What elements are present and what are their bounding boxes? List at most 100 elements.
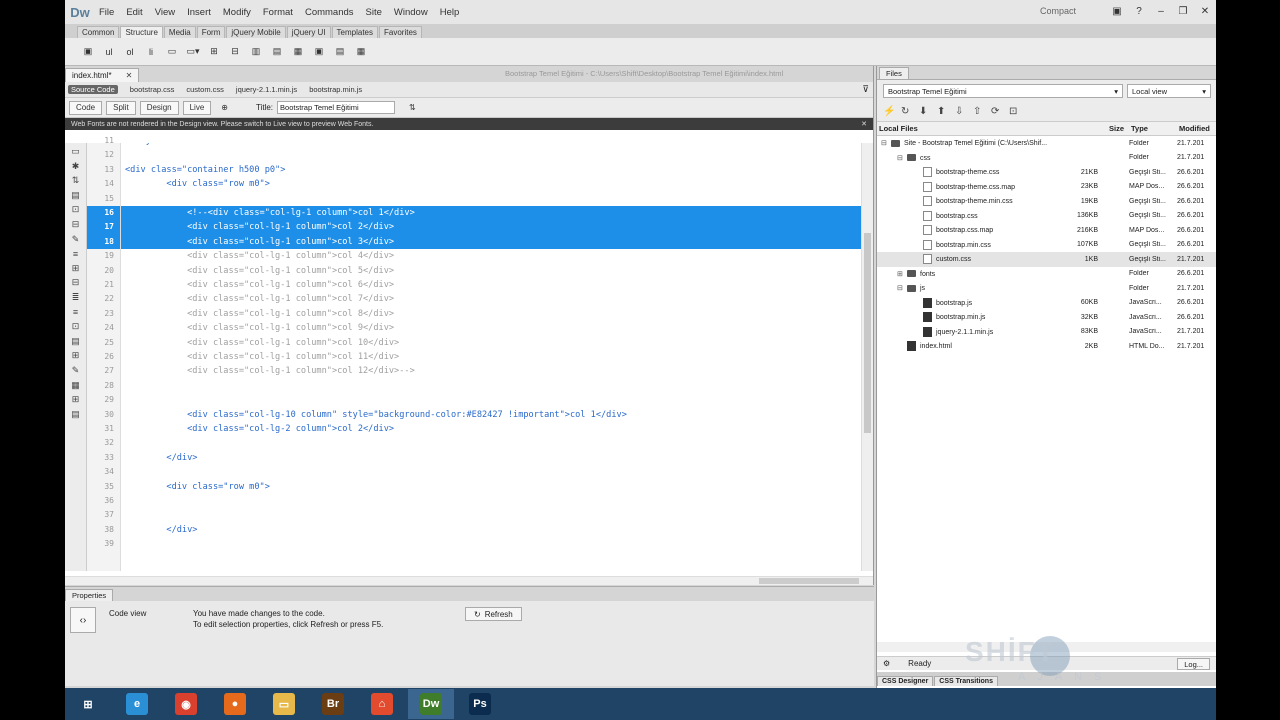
menu-item-site[interactable]: Site [360, 7, 388, 18]
view-code-button[interactable]: Code [69, 100, 103, 115]
hscroll-thumb[interactable] [759, 578, 859, 584]
log-button[interactable]: Log... [1177, 658, 1210, 670]
extensions-icon[interactable]: ▣ [1106, 3, 1128, 19]
file-row[interactable]: bootstrap.min.css 107KB Geçişli Sti... 26.6… [877, 238, 1216, 253]
code-line[interactable] [121, 192, 861, 206]
vertical-scrollbar[interactable] [861, 143, 873, 571]
menu-item-insert[interactable]: Insert [181, 7, 217, 18]
menu-item-file[interactable]: File [93, 7, 120, 18]
code-line[interactable]: <div class="row m0"> [121, 177, 861, 191]
insert-button-4[interactable]: ▭ [163, 44, 181, 60]
coding-tool-icon[interactable]: ▦ [68, 379, 84, 392]
tree-toggle-icon[interactable]: ⊟ [881, 139, 891, 147]
taskbar-ie[interactable]: e [114, 689, 160, 719]
code-line[interactable] [121, 379, 861, 393]
menu-item-format[interactable]: Format [257, 7, 299, 18]
code-line[interactable] [121, 508, 861, 522]
file-row[interactable]: ⊟ Site - Bootstrap Temel Eğitimi (C:\User… [877, 136, 1216, 151]
coding-tool-icon[interactable]: ▤ [68, 335, 84, 348]
refresh-icon[interactable]: ↻ [901, 106, 919, 117]
title-input[interactable]: Bootstrap Temel Eğitimi [277, 101, 396, 114]
file-row[interactable]: bootstrap.css.map 216KB MAP Dos... 26.6.201 [877, 223, 1216, 238]
insert-button-10[interactable]: ▦ [289, 44, 307, 60]
file-row[interactable]: bootstrap-theme.min.css 19KB Geçişli Sti..… [877, 194, 1216, 209]
menu-item-modify[interactable]: Modify [217, 7, 257, 18]
validate-icon[interactable]: ⇅ [403, 101, 422, 115]
code-line[interactable] [121, 393, 861, 407]
code-line[interactable]: <div class="col-lg-1 column">col 10</div… [121, 336, 861, 350]
taskbar-explorer[interactable]: ▭ [261, 689, 307, 719]
tree-toggle-icon[interactable]: ⊞ [897, 270, 907, 278]
filter-icon[interactable]: ⊽ [862, 84, 869, 95]
expand-icon[interactable]: ⊡ [1009, 106, 1027, 117]
coding-tool-icon[interactable]: ✱ [68, 160, 84, 173]
view-live-button[interactable]: Live [182, 100, 212, 115]
code-line[interactable] [121, 148, 861, 162]
tree-toggle-icon[interactable]: ⊟ [897, 154, 907, 162]
tab-structure[interactable]: Structure [120, 26, 163, 38]
taskbar-dreamweaver[interactable]: Dw [408, 689, 454, 719]
coding-tool-icon[interactable]: ≡ [68, 306, 84, 319]
code-editor[interactable]: ▭ ✱ ⇅ ▤ ⊡ ⊟ ✎ ≡ ⊞ ⊟ ≣ ≡ ⊡ ▤ ⊞ ✎ ▦ ⊞ ▤ 11 12 13 14 15 16 17 18 19 20… [65, 136, 873, 571]
file-row[interactable]: jquery-2.1.1.min.js 83KB JavaScri... 21.7.2… [877, 325, 1216, 340]
help-icon[interactable]: ? [1128, 3, 1150, 19]
coding-tool-icon[interactable]: ✎ [68, 233, 84, 246]
insert-button-12[interactable]: ▤ [331, 44, 349, 60]
tab-css-designer[interactable]: CSS Designer [877, 676, 934, 686]
code-line[interactable] [121, 465, 861, 479]
code-line[interactable]: <div class="col-lg-1 column">col 11</div… [121, 350, 861, 364]
code-line[interactable]: <!--<div class="col-lg-1 column">col 1</… [121, 206, 861, 221]
coding-tool-icon[interactable]: ⊡ [68, 320, 84, 333]
file-row[interactable]: ⊞ fonts Folder 26.6.201 [877, 267, 1216, 282]
code-line[interactable]: <div class="col-lg-1 column">col 3</div> [121, 234, 861, 250]
insert-button-6[interactable]: ⊞ [205, 44, 223, 60]
close-tab-icon[interactable]: ✕ [126, 71, 133, 80]
menu-item-commands[interactable]: Commands [299, 7, 360, 18]
insert-button-13[interactable]: ▦ [352, 44, 370, 60]
insert-button-9[interactable]: ▤ [268, 44, 286, 60]
tab-templates[interactable]: Templates [331, 26, 379, 38]
checkin-icon[interactable]: ⇧ [973, 106, 991, 117]
tree-toggle-icon[interactable]: ⊟ [897, 284, 907, 292]
maximize-icon[interactable]: ❐ [1172, 3, 1194, 19]
workspace-switcher[interactable]: Compact [1040, 6, 1076, 16]
coding-tool-icon[interactable]: ⊟ [68, 276, 84, 289]
tab-common[interactable]: Common [77, 26, 120, 38]
coding-tool-icon[interactable]: ⊟ [68, 218, 84, 231]
tab-favorites[interactable]: Favorites [379, 26, 422, 38]
col-type[interactable]: Type [1131, 124, 1148, 133]
menu-item-edit[interactable]: Edit [120, 7, 148, 18]
col-modified[interactable]: Modified [1179, 124, 1210, 133]
scroll-thumb[interactable] [864, 233, 871, 433]
file-row[interactable]: bootstrap-theme.css.map 23KB MAP Dos... 26.… [877, 180, 1216, 195]
connect-icon[interactable]: ⚡ [883, 106, 901, 117]
file-row[interactable]: ⊟ js Folder 21.7.201 [877, 281, 1216, 296]
code-lines[interactable]: <body><div class="container h500 p0"> <d… [121, 143, 861, 571]
view-design-button[interactable]: Design [139, 100, 179, 115]
col-size[interactable]: Size [1109, 124, 1124, 133]
code-line[interactable]: <div class="col-lg-1 column">col 8</div> [121, 307, 861, 321]
file-row[interactable]: custom.css 1KB Geçişli Sti... 21.7.201 [877, 252, 1216, 267]
taskbar-app[interactable]: ⌂ [359, 689, 405, 719]
file-row[interactable]: index.html 2KB HTML Do... 21.7.201 [877, 339, 1216, 354]
insert-button-0[interactable]: ▣ [79, 44, 97, 60]
insert-button-11[interactable]: ▣ [310, 44, 328, 60]
code-line[interactable]: <div class="col-lg-1 column">col 4</div> [121, 249, 861, 263]
coding-tool-icon[interactable]: ✎ [68, 364, 84, 377]
insert-button-3[interactable]: li [142, 44, 160, 60]
tab-jquery-mobile[interactable]: jQuery Mobile [226, 26, 286, 38]
taskbar-windows-start[interactable]: ⊞ [65, 689, 111, 719]
horizontal-scrollbar[interactable] [65, 576, 873, 585]
code-line[interactable]: <div class="col-lg-1 column">col 2</div> [121, 220, 861, 235]
taskbar-chrome[interactable]: ◉ [163, 689, 209, 719]
site-select[interactable]: Bootstrap Temel Eğitimi ▾ [883, 84, 1123, 98]
coding-tool-icon[interactable]: ≡ [68, 247, 84, 260]
tab-index-html[interactable]: index.html* ✕ [65, 68, 140, 82]
tab-form[interactable]: Form [196, 26, 226, 38]
related-file-4[interactable]: bootstrap.min.js [309, 85, 362, 94]
code-line[interactable]: <div class="col-lg-2 column">col 2</div> [121, 422, 861, 436]
view-split-button[interactable]: Split [106, 100, 136, 115]
code-line[interactable]: <div class="container h500 p0"> [121, 163, 861, 177]
coding-tool-icon[interactable]: ▤ [68, 408, 84, 421]
checkout-icon[interactable]: ⇩ [955, 106, 973, 117]
